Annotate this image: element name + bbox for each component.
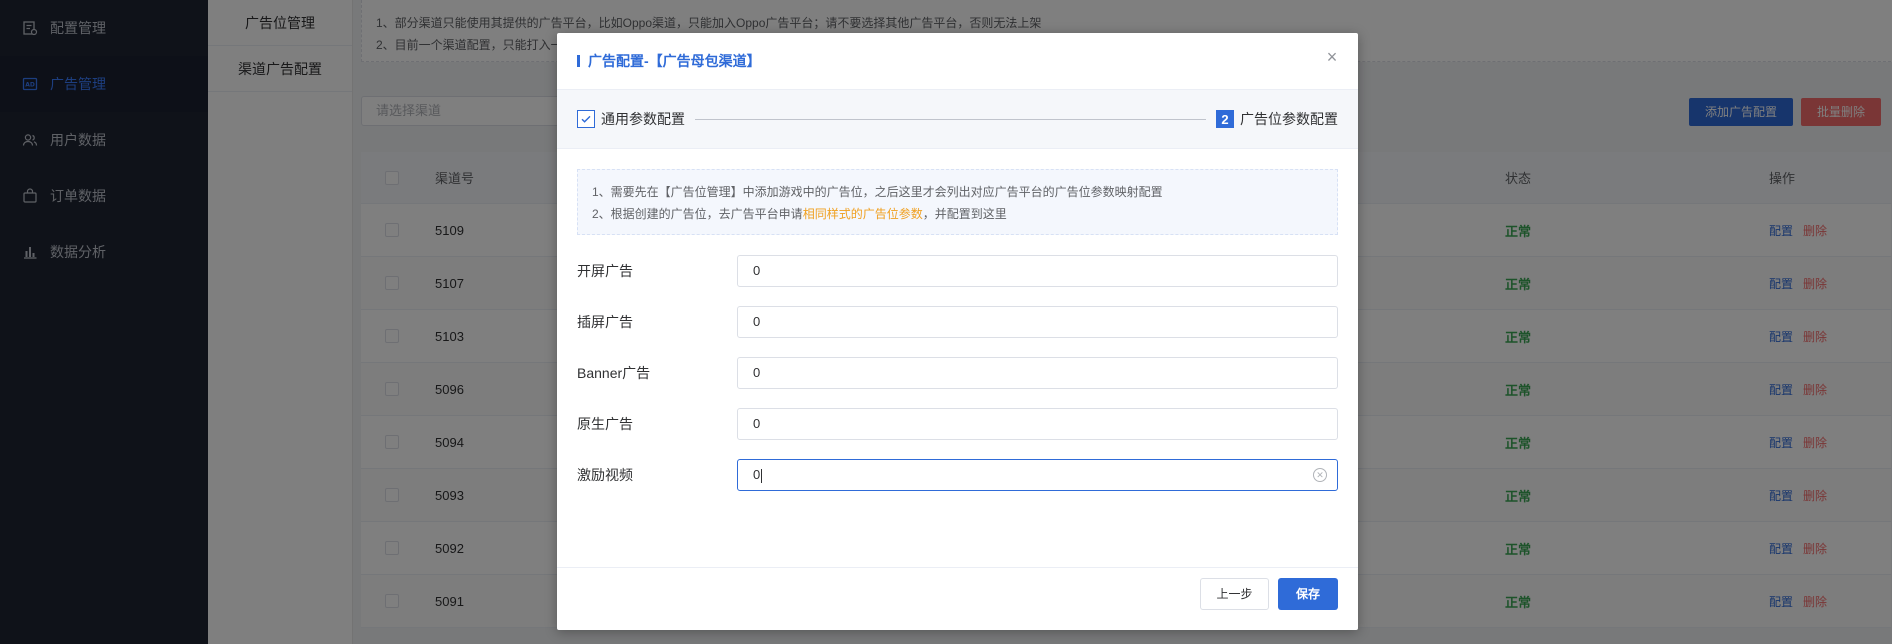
steps-bar: 通用参数配置 2 广告位参数配置 [557,89,1358,149]
field-label: 插屏广告 [577,314,633,330]
save-button[interactable]: 保存 [1278,578,1338,610]
field-label: 激励视频 [577,467,633,483]
interstitial-ad-input[interactable]: 0 [737,306,1338,338]
input-value: 0 [753,467,761,482]
previous-step-button[interactable]: 上一步 [1200,578,1269,610]
tip-highlight: 相同样式的广告位参数 [802,207,923,221]
tip-text: ，并配置到这里 [922,207,1007,221]
form-row-rewarded: 激励视频 0 ✕ [577,459,1338,510]
dialog-header: 广告配置-【广告母包渠道】 [557,33,1358,89]
tip-box: 1、需要先在【广告位管理】中添加游戏中的广告位，之后这里才会列出对应广告平台的广… [577,169,1338,235]
rewarded-video-input[interactable]: 0 ✕ [737,459,1338,491]
form-row-splash: 开屏广告 0 [577,255,1338,306]
form-row-interstitial: 插屏广告 0 [577,306,1338,357]
dialog-footer: 上一步 保存 [557,567,1358,630]
field-label: Banner广告 [577,365,651,381]
checkmark-icon [577,110,595,128]
tip-text: 2、根据创建的广告位，去广告平台申请 [592,207,803,221]
step-number: 2 [1216,110,1234,128]
splash-ad-input[interactable]: 0 [737,255,1338,287]
text-cursor [761,468,763,483]
step-ad-slot-params[interactable]: 2 广告位参数配置 [1216,109,1338,129]
form-row-native: 原生广告 0 [577,408,1338,459]
tip-line: 1、需要先在【广告位管理】中添加游戏中的广告位，之后这里才会列出对应广告平台的广… [592,185,1163,199]
step-label: 通用参数配置 [601,111,685,127]
step-general-params[interactable]: 通用参数配置 [577,109,685,129]
dialog-title: 广告配置-【广告母包渠道】 [588,53,761,69]
title-accent-bar [577,55,580,67]
ad-slot-form: 开屏广告 0 插屏广告 0 Banner广告 0 原生广告 0 激励视频 0 ✕ [557,255,1358,510]
banner-ad-input[interactable]: 0 [737,357,1338,389]
close-icon[interactable]: × [1324,48,1340,66]
step-label: 广告位参数配置 [1240,111,1338,127]
step-connector [695,118,1206,120]
ad-config-dialog: 广告配置-【广告母包渠道】 × 通用参数配置 2 广告位参数配置 1、需要先在【… [557,33,1358,630]
field-label: 原生广告 [577,416,633,432]
field-label: 开屏广告 [577,263,633,279]
native-ad-input[interactable]: 0 [737,408,1338,440]
form-row-banner: Banner广告 0 [577,357,1338,408]
clear-icon[interactable]: ✕ [1313,468,1327,482]
tip-line: 2、根据创建的广告位，去广告平台申请相同样式的广告位参数，并配置到这里 [592,203,1323,225]
